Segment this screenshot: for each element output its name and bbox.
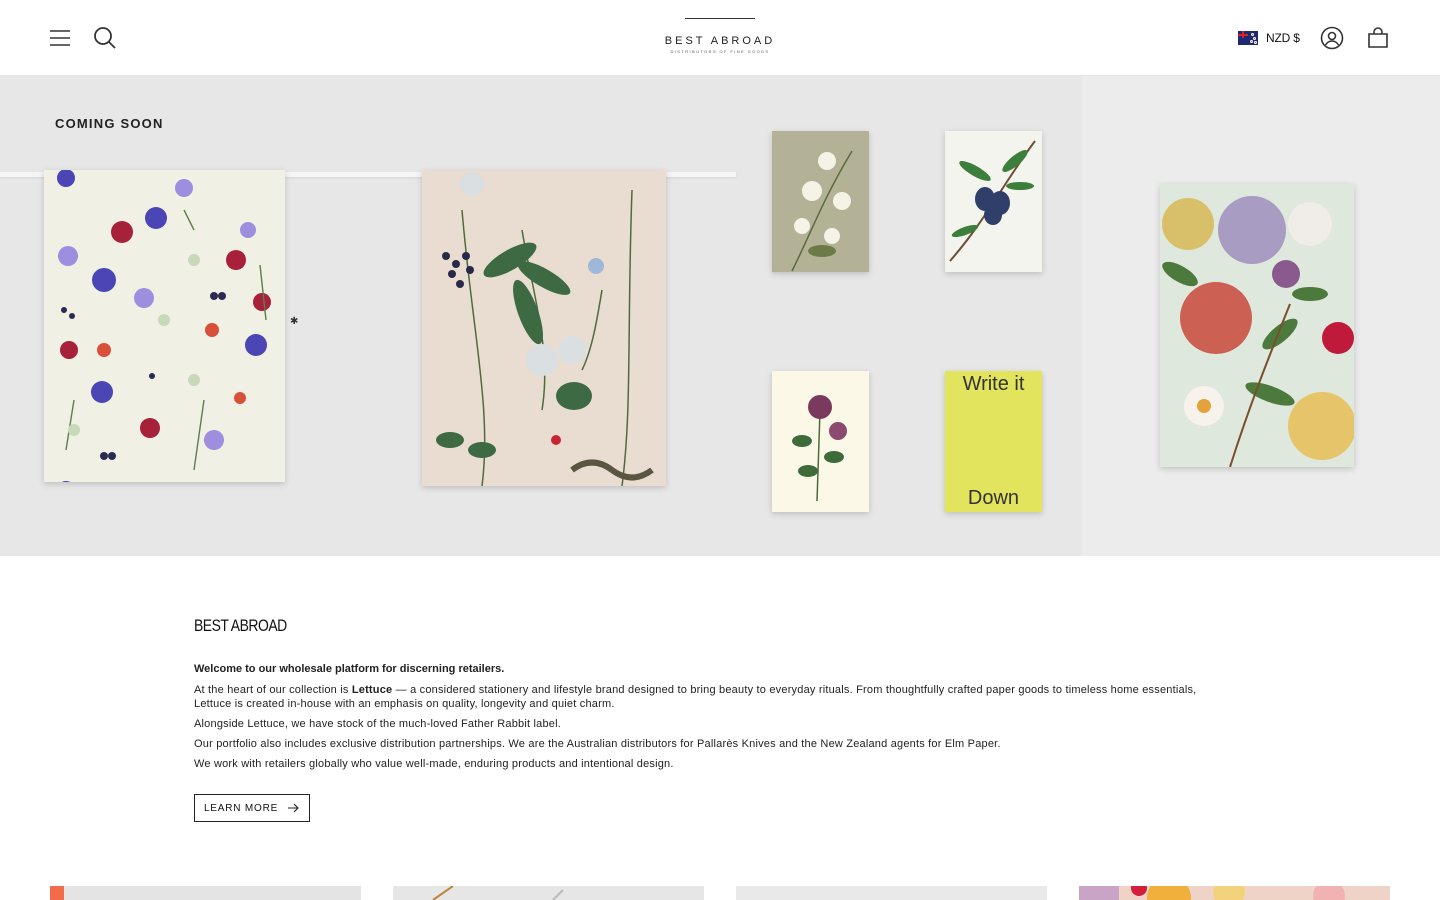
notebook-plums-image [945,131,1042,272]
tile-1-accent [50,886,64,900]
product-tile-4[interactable] [1079,886,1390,900]
currency-label: NZD $ [1266,31,1300,45]
notebook-white-flowers-image [772,131,869,272]
notebook-title-top: Write it [962,373,1025,395]
about-p1-before: At the heart of our collection is [194,684,352,696]
search-icon[interactable] [91,24,119,52]
about-paragraph-father-rabbit: Alongside Lettuce, we have stock of the … [194,718,562,730]
about-p1-brand: Lettuce [351,684,393,696]
about-title: BEST ABROAD [194,616,287,635]
product-tile-3[interactable] [736,886,1047,900]
coming-soon-heading: COMING SOON [55,116,164,131]
arrow-right-icon [288,803,299,813]
large-floral-print-image [1160,184,1356,468]
logo-tagline: DISTRIBUTORS OF FINE GOODS [670,49,770,54]
product-tile-1[interactable] [50,886,361,900]
about-lead: Welcome to our wholesale platform for di… [194,663,505,675]
learn-more-label: LEARN MORE [203,802,279,814]
about-paragraph-retailers: We work with retailers globally who valu… [194,758,674,770]
menu-icon[interactable] [46,24,74,52]
notebook-clover-image [772,371,869,512]
learn-more-button[interactable]: LEARN MORE [194,794,310,822]
notebook-write-it-down: Write it Down [945,371,1042,512]
site-header: BEST ABROAD DISTRIBUTORS OF FINE GOODS N… [0,0,1440,76]
logo-rule [685,18,755,19]
cart-icon[interactable] [1364,24,1392,52]
account-icon[interactable] [1318,24,1346,52]
about-paragraph-lettuce: At the heart of our collection is Lettuc… [194,683,1214,711]
floral-pattern-wrap-image [44,169,285,499]
botanical-print-image [422,170,666,487]
about-section: BEST ABROAD Welcome to our wholesale pla… [194,616,1214,777]
hero-banner[interactable]: COMING SOON ✱ Write it Down [0,76,1440,556]
notebook-title-bottom: Down [967,487,1020,509]
nz-flag-icon [1238,31,1258,45]
product-tile-2[interactable] [393,886,704,900]
about-paragraph-portfolio: Our portfolio also includes exclusive di… [194,738,1001,750]
asterisk-mark: ✱ [290,316,299,327]
site-logo[interactable]: BEST ABROAD DISTRIBUTORS OF FINE GOODS [660,18,780,58]
logo-name: BEST ABROAD [664,35,776,47]
currency-selector[interactable]: NZD $ [1238,28,1300,48]
